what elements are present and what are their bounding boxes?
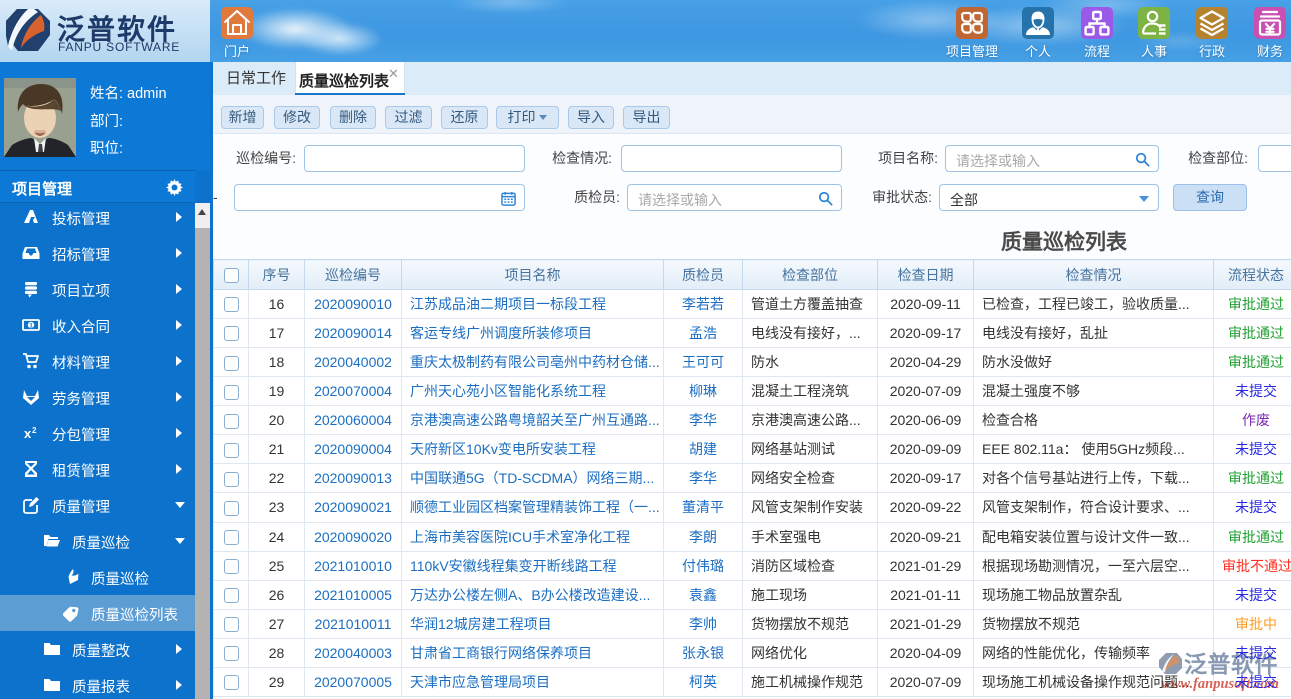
svg-text:x: x [24,426,32,441]
svg-text:1: 1 [29,322,33,329]
svg-text:2: 2 [32,426,37,435]
